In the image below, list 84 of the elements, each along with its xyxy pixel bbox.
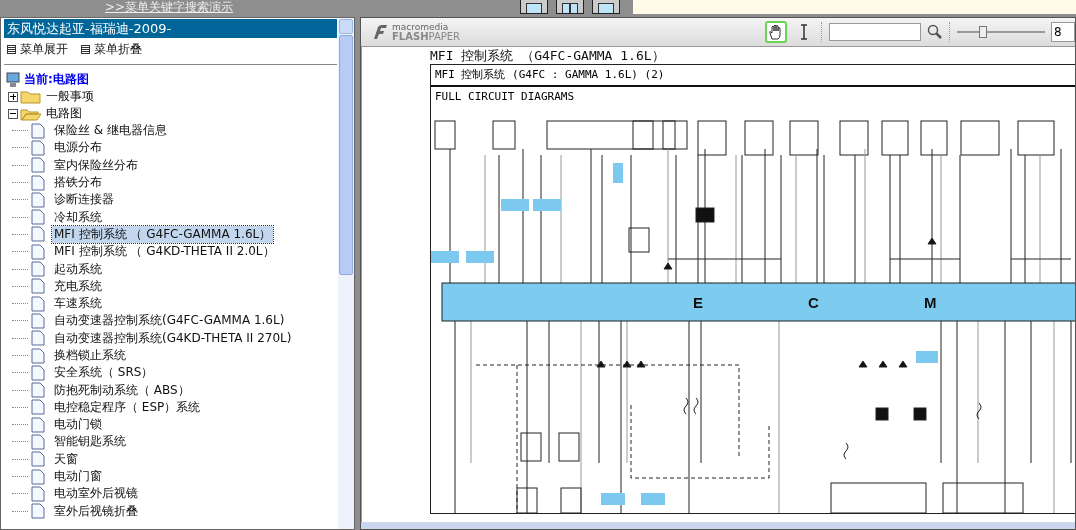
hand-tool-button[interactable] bbox=[765, 21, 787, 43]
full-page-button[interactable] bbox=[592, 0, 620, 14]
document-icon bbox=[31, 364, 45, 381]
tree-item[interactable]: MFI 控制系统 （ G4FC-GAMMA 1.6L） bbox=[52, 225, 274, 243]
document-icon bbox=[31, 312, 45, 329]
tree-item[interactable]: 搭铁分布 bbox=[52, 174, 104, 192]
zoom-field[interactable]: 8 bbox=[1051, 22, 1075, 42]
document-icon bbox=[31, 226, 45, 243]
document-icon bbox=[31, 174, 45, 191]
menu-icon bbox=[7, 44, 16, 54]
logo-text: FLASHPAPER bbox=[392, 32, 461, 41]
tree-item[interactable]: 自动变速器控制系统(G4KD-THETA II 270L) bbox=[52, 329, 294, 347]
tree-item[interactable]: 天窗 bbox=[52, 450, 80, 468]
collapse-icon[interactable] bbox=[8, 108, 18, 119]
document-icon bbox=[31, 347, 45, 364]
document-icon bbox=[31, 209, 45, 226]
tree-item[interactable]: 充电系统 bbox=[52, 277, 104, 295]
horizontal-scrollbar[interactable] bbox=[361, 522, 1075, 529]
document-icon bbox=[31, 399, 45, 416]
slider-thumb[interactable] bbox=[979, 26, 988, 38]
logo-icon bbox=[371, 24, 389, 40]
document-icon bbox=[31, 382, 45, 399]
tree-item[interactable]: 电源分布 bbox=[52, 139, 104, 157]
tree-item[interactable]: 保险丝 & 继电器信息 bbox=[52, 122, 169, 140]
diagram-subtitle: FULL CIRCUIT DIAGRAMS bbox=[434, 89, 576, 103]
tree-folder[interactable]: 电路图 bbox=[46, 105, 82, 122]
logo-text: macromedia bbox=[392, 23, 450, 32]
document-icon bbox=[31, 261, 45, 277]
document-icon bbox=[31, 243, 45, 260]
ecm-label: E bbox=[693, 294, 703, 311]
menu-title: 东风悦达起亚-福瑞迪-2009- bbox=[4, 19, 337, 38]
expand-menu-link[interactable]: 菜单展开 bbox=[20, 40, 68, 58]
tree-item[interactable]: 室内保险丝分布 bbox=[52, 156, 140, 174]
tree-item[interactable]: 冷却系统 bbox=[52, 208, 104, 226]
document-icon bbox=[31, 278, 45, 295]
document-icon bbox=[31, 434, 45, 450]
tree-item[interactable]: 电动门锁 bbox=[52, 416, 104, 434]
tree-item[interactable]: 防抱死制动系统（ ABS） bbox=[52, 381, 192, 399]
page-icon bbox=[598, 3, 614, 13]
zoom-slider[interactable] bbox=[957, 25, 1045, 39]
tree-item[interactable]: 电动室外后视镜 bbox=[52, 485, 140, 503]
page-icon bbox=[526, 3, 542, 13]
document-icon bbox=[31, 485, 45, 502]
tree-item[interactable]: 车速系统 bbox=[52, 295, 104, 313]
search-field[interactable] bbox=[829, 23, 921, 41]
menu-icon bbox=[81, 44, 90, 54]
computer-icon bbox=[6, 71, 20, 88]
expand-icon[interactable] bbox=[8, 91, 18, 102]
document-icon bbox=[31, 451, 45, 468]
tree-folder[interactable]: 一般事项 bbox=[46, 88, 94, 105]
single-page-button[interactable] bbox=[520, 0, 548, 14]
text-cursor-icon bbox=[799, 23, 809, 41]
document-title: MFI 控制系统 （G4FC-GAMMA 1.6L） bbox=[430, 47, 666, 64]
vertical-scrollbar[interactable] bbox=[338, 18, 354, 529]
search-icon[interactable] bbox=[927, 24, 943, 40]
document-icon bbox=[31, 468, 45, 485]
ecm-label: M bbox=[924, 294, 937, 311]
tree-item[interactable]: 智能钥匙系统 bbox=[52, 433, 128, 451]
tree-item[interactable]: 换档锁止系统 bbox=[52, 347, 128, 364]
document-icon bbox=[31, 295, 45, 312]
document-icon bbox=[31, 122, 45, 139]
current-section-label: 当前:电路图 bbox=[24, 71, 89, 88]
tree-item[interactable]: 电控稳定程序（ ESP）系统 bbox=[52, 398, 203, 416]
collapse-menu-link[interactable]: 菜单折叠 bbox=[94, 40, 142, 58]
tree-item[interactable]: 自动变速器控制系统(G4FC-GAMMA 1.6L) bbox=[52, 312, 287, 330]
folder-icon bbox=[20, 89, 42, 104]
tree-item[interactable]: 起动系统 bbox=[52, 260, 104, 278]
document-icon bbox=[31, 157, 45, 174]
tree-item[interactable]: MFI 控制系统 （ G4KD-THETA II 2.0L） bbox=[52, 243, 277, 261]
diagram-header: MFI 控制系统 (G4FC : GAMMA 1.6L) (2) bbox=[431, 65, 1075, 87]
two-page-button[interactable] bbox=[556, 0, 584, 14]
two-page-icon bbox=[562, 3, 578, 13]
document-icon bbox=[31, 139, 45, 156]
ecm-label: C bbox=[808, 294, 819, 311]
document-icon bbox=[31, 330, 45, 347]
scroll-thumb[interactable] bbox=[339, 35, 353, 275]
open-folder-icon bbox=[20, 106, 42, 121]
tree-item[interactable]: 安全系统（ SRS） bbox=[52, 364, 156, 382]
document-icon bbox=[31, 191, 45, 208]
tree-item[interactable]: 诊断连接器 bbox=[52, 191, 116, 209]
tree-item[interactable]: 室外后视镜折叠 bbox=[52, 502, 140, 520]
tree-item[interactable]: 电动门窗 bbox=[52, 468, 104, 486]
document-icon bbox=[31, 416, 45, 433]
document-icon bbox=[31, 503, 45, 520]
